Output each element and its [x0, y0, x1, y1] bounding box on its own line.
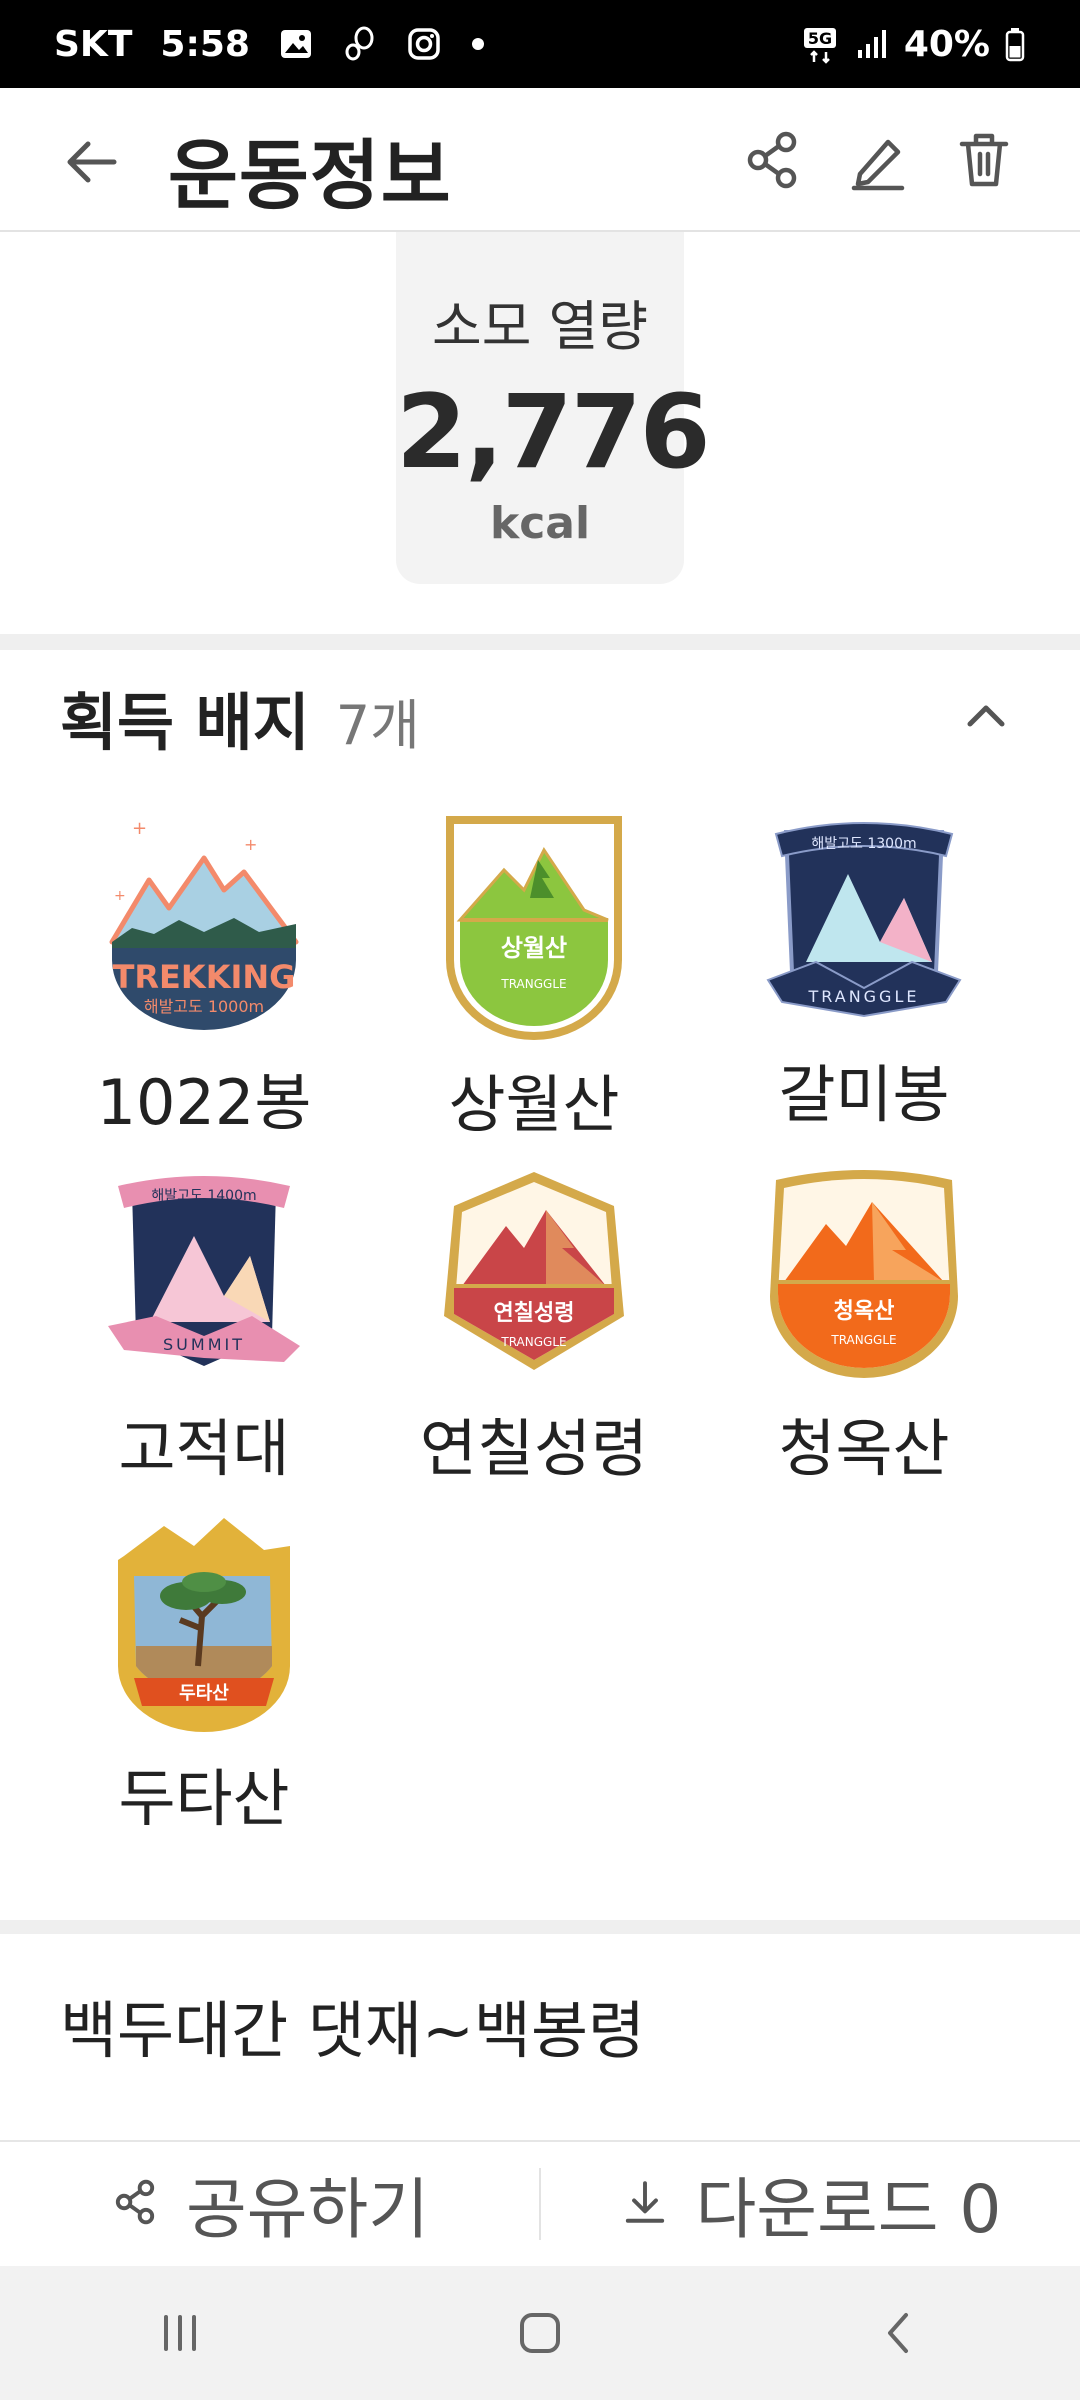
system-nav-bar	[0, 2266, 1080, 2400]
section-divider	[0, 1920, 1080, 1934]
svg-text:청옥산: 청옥산	[834, 1299, 895, 1324]
calorie-unit: kcal	[489, 498, 591, 549]
badge-name: 두타산	[118, 1762, 290, 1835]
dutasan-badge-icon: 두타산	[118, 1518, 290, 1732]
battery-icon	[1004, 26, 1026, 62]
recent-apps-icon[interactable]	[120, 2293, 240, 2373]
trash-icon[interactable]	[952, 128, 1016, 192]
badge-item[interactable]: 상월산 TRANGGLE 상월산	[374, 810, 694, 1144]
instagram-notification-icon	[406, 26, 442, 62]
svg-text:SUMMIT: SUMMIT	[163, 1335, 245, 1354]
bottom-action-bar: 공유하기 다운로드 0	[0, 2140, 1080, 2266]
section-divider	[0, 634, 1080, 650]
calorie-value: 2,776	[396, 373, 711, 492]
signal-strength-icon	[854, 26, 890, 62]
svg-text:TREKKING: TREKKING	[113, 958, 296, 996]
badge-name: 1022봉	[96, 1066, 312, 1139]
svg-text:+: +	[114, 888, 126, 904]
yeonchilseongryeong-badge-icon: 연칠성령 TRANGGLE	[444, 1172, 624, 1370]
svg-text:연칠성령: 연칠성령	[494, 1301, 575, 1326]
galmibong-badge-icon: 해발고도 1300m TRANGGLE	[766, 822, 962, 1018]
carrier-label: SKT	[54, 23, 133, 65]
svg-text:상월산: 상월산	[501, 934, 567, 962]
download-button[interactable]: 다운로드 0	[541, 2156, 1080, 2252]
share-button[interactable]: 공유하기	[0, 2156, 539, 2252]
badge-item[interactable]: 연칠성령 TRANGGLE 연칠성령	[374, 1166, 694, 1488]
home-icon[interactable]	[480, 2293, 600, 2373]
badge-name: 청옥산	[778, 1412, 950, 1485]
badge-name: 상월산	[448, 1068, 620, 1141]
more-notifications-dot-icon	[470, 36, 486, 52]
gallery-notification-icon	[278, 26, 314, 62]
sangwolsan-badge-icon: 상월산 TRANGGLE	[446, 816, 622, 1040]
calorie-card: 소모 열량 2,776 kcal	[396, 232, 711, 584]
download-label: 다운로드 0	[695, 2171, 1002, 2248]
svg-text:+: +	[132, 820, 147, 839]
app-bar: 운동정보	[0, 88, 1080, 232]
svg-text:해발고도 1300m: 해발고도 1300m	[811, 836, 916, 852]
back-arrow-icon[interactable]	[60, 130, 124, 194]
status-bar: SKT 5:58 5G 40%	[0, 0, 1080, 88]
gojeokdae-badge-icon: 해발고도 1400m SUMMIT	[108, 1176, 300, 1366]
badge-item[interactable]: 청옥산 TRANGGLE 청옥산	[704, 1166, 1024, 1488]
calorie-label: 소모 열량	[432, 295, 648, 358]
svg-text:TRANGGLE: TRANGGLE	[500, 1335, 566, 1349]
badge-item[interactable]: 해발고도 1300m TRANGGLE 갈미봉	[704, 812, 1024, 1134]
edit-pencil-icon[interactable]	[846, 128, 910, 192]
svg-text:TRANGGLE: TRANGGLE	[808, 987, 920, 1006]
badge-item[interactable]: 두타산 두타산	[44, 1516, 364, 1838]
svg-text:두타산: 두타산	[179, 1683, 229, 1704]
svg-text:해발고도 1000m: 해발고도 1000m	[144, 997, 264, 1016]
badge-name: 고적대	[118, 1412, 290, 1485]
svg-text:5G: 5G	[808, 29, 832, 48]
page-title: 운동정보	[168, 131, 452, 220]
collapse-chevron-up-icon[interactable]	[960, 690, 1012, 742]
badge-name: 갈미봉	[778, 1058, 950, 1131]
badges-count: 7개	[335, 694, 420, 757]
share-icon[interactable]	[740, 128, 804, 192]
footprint-notification-icon	[342, 26, 378, 62]
svg-text:해발고도 1400m: 해발고도 1400m	[151, 1188, 256, 1204]
svg-text:TRANGGLE: TRANGGLE	[830, 1333, 896, 1347]
badges-header: 획득 배지 7개	[60, 672, 420, 762]
download-icon	[620, 2166, 670, 2243]
share-icon	[110, 2166, 160, 2243]
svg-text:TRANGGLE: TRANGGLE	[500, 977, 566, 991]
badge-item[interactable]: + + + TREKKING 해발고도 1000m 1022봉	[44, 820, 364, 1142]
trekking-badge-icon: + + + TREKKING 해발고도 1000m	[109, 820, 299, 1030]
clock: 5:58	[160, 23, 250, 65]
share-label: 공유하기	[186, 2171, 429, 2248]
battery-percentage: 40%	[903, 23, 990, 65]
route-title: 백두대간 댓재~백봉령	[60, 1994, 646, 2067]
badges-title: 획득 배지	[60, 686, 310, 759]
badge-name: 연칠성령	[419, 1412, 649, 1485]
badge-item[interactable]: 해발고도 1400m SUMMIT 고적대	[44, 1166, 364, 1488]
svg-text:+: +	[244, 835, 257, 854]
cheongoksan-badge-icon: 청옥산 TRANGGLE	[770, 1170, 958, 1378]
5g-network-icon: 5G	[800, 24, 840, 64]
back-nav-icon[interactable]	[840, 2293, 960, 2373]
